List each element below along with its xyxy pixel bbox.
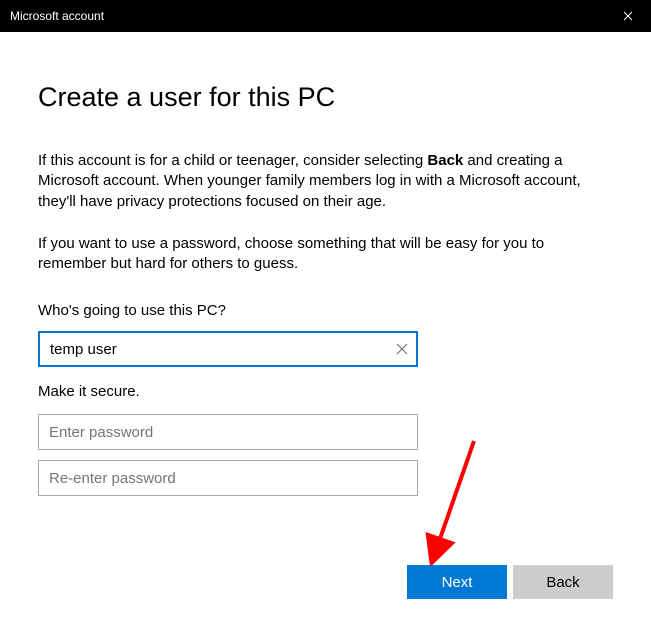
window-title: Microsoft account [10, 9, 104, 23]
clear-icon [396, 343, 408, 355]
clear-username-button[interactable] [394, 341, 410, 357]
password-section-label: Make it secure. [38, 383, 613, 400]
password-input[interactable] [38, 414, 418, 450]
footer-buttons: Next Back [407, 565, 613, 599]
content-area: Create a user for this PC If this accoun… [0, 32, 651, 496]
page-title: Create a user for this PC [38, 82, 613, 113]
close-button[interactable] [605, 0, 651, 32]
username-label: Who's going to use this PC? [38, 302, 613, 319]
next-button[interactable]: Next [407, 565, 507, 599]
username-input[interactable] [38, 331, 418, 367]
password-input-wrap [38, 414, 418, 450]
intro-paragraph-1: If this account is for a child or teenag… [38, 151, 613, 212]
titlebar: Microsoft account [0, 0, 651, 32]
intro-paragraph-2: If you want to use a password, choose so… [38, 234, 613, 275]
close-icon [623, 11, 633, 21]
confirm-password-input-wrap [38, 460, 418, 496]
username-input-wrap [38, 331, 418, 367]
confirm-password-input[interactable] [38, 460, 418, 496]
back-button[interactable]: Back [513, 565, 613, 599]
